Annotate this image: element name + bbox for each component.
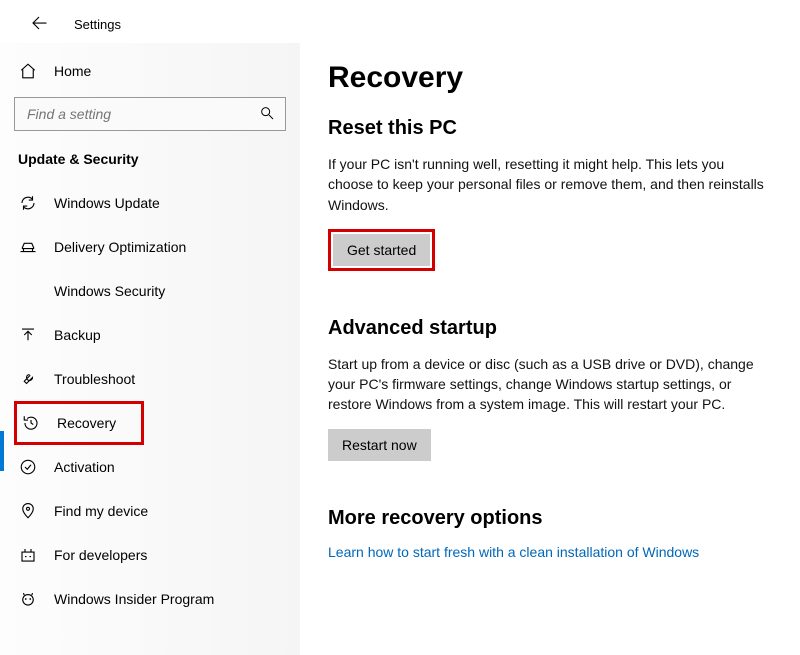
sidebar-item-for-developers[interactable]: For developers	[14, 533, 286, 577]
sidebar-home-label: Home	[54, 63, 91, 79]
page-title: Recovery	[328, 61, 772, 95]
search-input-wrap[interactable]	[14, 97, 286, 131]
recovery-icon	[21, 413, 41, 433]
sidebar-item-label: Find my device	[54, 503, 148, 519]
get-started-button[interactable]: Get started	[333, 234, 430, 266]
insider-icon	[18, 589, 38, 609]
developer-icon	[18, 545, 38, 565]
active-indicator	[0, 431, 4, 471]
sidebar-item-label: Delivery Optimization	[54, 239, 186, 255]
reset-button-highlight: Get started	[328, 229, 435, 271]
reset-heading: Reset this PC	[328, 117, 772, 140]
shield-icon	[18, 281, 38, 301]
advanced-heading: Advanced startup	[328, 317, 772, 340]
sidebar-item-delivery-optimization[interactable]: Delivery Optimization	[14, 225, 286, 269]
search-icon	[259, 105, 275, 124]
sidebar-item-backup[interactable]: Backup	[14, 313, 286, 357]
backup-icon	[18, 325, 38, 345]
sidebar-item-recovery[interactable]: Recovery	[14, 401, 144, 445]
sidebar-item-label: Windows Update	[54, 195, 160, 211]
fresh-install-link[interactable]: Learn how to start fresh with a clean in…	[328, 544, 772, 560]
sidebar-item-activation[interactable]: Activation	[14, 445, 286, 489]
home-icon	[18, 61, 38, 81]
sidebar-item-windows-insider[interactable]: Windows Insider Program	[14, 577, 286, 621]
sidebar-item-windows-security[interactable]: Windows Security	[14, 269, 286, 313]
sidebar-item-windows-update[interactable]: Windows Update	[14, 181, 286, 225]
sidebar-item-troubleshoot[interactable]: Troubleshoot	[14, 357, 286, 401]
sidebar-home[interactable]: Home	[14, 51, 286, 91]
sync-icon	[18, 193, 38, 213]
more-heading: More recovery options	[328, 507, 772, 530]
location-icon	[18, 501, 38, 521]
advanced-body: Start up from a device or disc (such as …	[328, 354, 772, 415]
sidebar-item-label: Activation	[54, 459, 115, 475]
sidebar-item-label: Troubleshoot	[54, 371, 135, 387]
search-input[interactable]	[25, 105, 259, 123]
wrench-icon	[18, 369, 38, 389]
reset-body: If your PC isn't running well, resetting…	[328, 154, 772, 215]
sidebar-item-label: For developers	[54, 547, 147, 563]
sidebar-item-label: Windows Security	[54, 283, 165, 299]
back-button[interactable]	[30, 14, 48, 35]
sidebar-item-find-my-device[interactable]: Find my device	[14, 489, 286, 533]
check-circle-icon	[18, 457, 38, 477]
sidebar-item-label: Recovery	[57, 415, 116, 431]
sidebar-category: Update & Security	[14, 141, 286, 181]
restart-now-button[interactable]: Restart now	[328, 429, 431, 461]
delivery-icon	[18, 237, 38, 257]
sidebar-item-label: Backup	[54, 327, 101, 343]
window-title: Settings	[74, 17, 121, 32]
sidebar-item-label: Windows Insider Program	[54, 591, 214, 607]
